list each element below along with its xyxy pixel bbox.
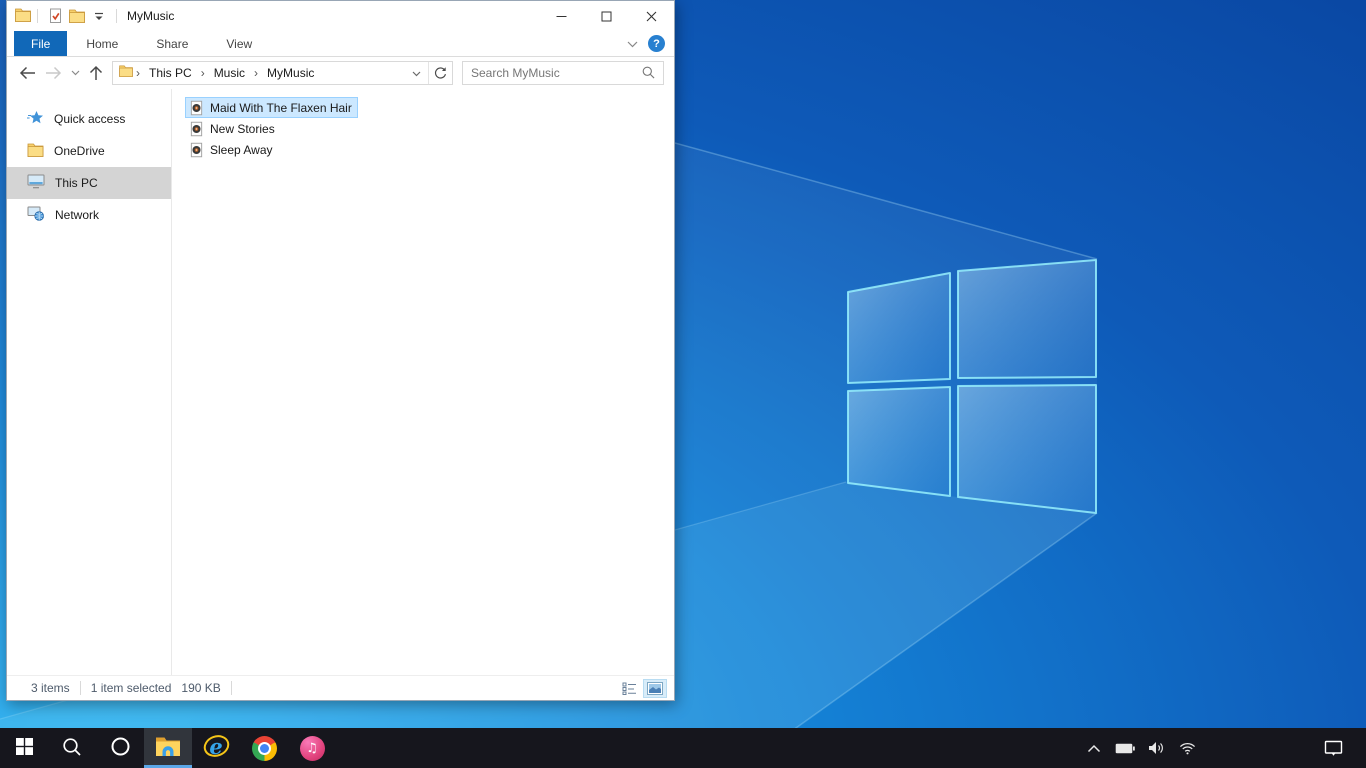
taskbar-itunes-button[interactable]: ♫ — [288, 728, 336, 768]
close-button[interactable] — [629, 1, 674, 31]
file-list: Maid With The Flaxen Hair New Stories Sl… — [172, 89, 674, 675]
chrome-icon — [251, 735, 277, 761]
sidebar-item-label: Network — [55, 208, 100, 222]
taskbar-internet-explorer-button[interactable]: e — [192, 728, 240, 768]
new-folder-button[interactable] — [66, 5, 88, 27]
tab-file[interactable]: File — [14, 31, 68, 56]
sidebar-item-onedrive[interactable]: OneDrive — [7, 135, 171, 167]
file-item[interactable]: Maid With The Flaxen Hair — [185, 97, 358, 118]
cortana-button[interactable] — [96, 728, 144, 768]
maximize-button[interactable] — [584, 1, 629, 31]
address-dropdown-chevron-icon[interactable] — [405, 66, 428, 80]
selection-size: 190 KB — [181, 681, 221, 695]
volume-icon[interactable] — [1144, 728, 1168, 768]
expand-ribbon-chevron-icon[interactable] — [627, 37, 638, 51]
taskbar: e ♫ — [0, 728, 1366, 768]
onedrive-folder-icon — [27, 143, 44, 160]
internet-explorer-icon: e — [203, 734, 230, 763]
sidebar-item-this-pc[interactable]: This PC — [7, 167, 171, 199]
recent-locations-chevron-icon[interactable] — [71, 70, 80, 76]
navigation-pane: Quick access OneDrive This PC Network — [7, 89, 172, 675]
minimize-button[interactable] — [539, 1, 584, 31]
file-item[interactable]: New Stories — [185, 118, 281, 139]
audio-file-icon — [189, 142, 204, 158]
forward-button[interactable] — [45, 66, 62, 80]
system-tray — [1082, 728, 1366, 768]
this-pc-monitor-icon — [27, 174, 45, 192]
taskbar-search-button[interactable] — [48, 728, 96, 768]
tab-share[interactable]: Share — [137, 31, 207, 56]
breadcrumb-separator: › — [254, 65, 259, 80]
breadcrumb-separator: › — [200, 65, 205, 80]
wifi-icon[interactable] — [1175, 728, 1199, 768]
hidden-icons-chevron-icon[interactable] — [1082, 728, 1106, 768]
search-icon[interactable] — [642, 66, 663, 79]
start-button[interactable] — [0, 728, 48, 768]
address-folder-icon — [119, 65, 133, 80]
sidebar-item-quick-access[interactable]: Quick access — [7, 103, 171, 135]
itunes-icon: ♫ — [299, 735, 325, 761]
ribbon-tab-bar: File Home Share View ? — [7, 31, 674, 57]
sidebar-item-label: Quick access — [54, 112, 126, 126]
address-bar[interactable]: › This PC › Music › MyMusic — [112, 60, 453, 85]
view-toggles — [617, 678, 674, 698]
details-view-button[interactable] — [617, 679, 641, 698]
breadcrumb-music[interactable]: Music — [208, 66, 251, 80]
sidebar-item-label: This PC — [55, 176, 98, 190]
file-item[interactable]: Sleep Away — [185, 139, 279, 160]
window-content: Quick access OneDrive This PC Network Ma… — [7, 89, 674, 675]
search-input[interactable] — [463, 65, 642, 80]
search-box — [462, 60, 664, 85]
audio-file-icon — [189, 100, 204, 116]
status-bar: 3 items 1 item selected 190 KB — [7, 675, 674, 700]
title-bar: MyMusic — [7, 1, 674, 31]
back-button[interactable] — [19, 66, 36, 80]
battery-icon[interactable] — [1113, 728, 1137, 768]
taskbar-file-explorer-button[interactable] — [144, 728, 192, 768]
sidebar-item-label: OneDrive — [54, 144, 105, 158]
taskbar-chrome-button[interactable] — [240, 728, 288, 768]
properties-button[interactable] — [44, 5, 66, 27]
breadcrumb-separator: › — [136, 65, 140, 80]
window-controls — [539, 1, 674, 31]
file-explorer-window: MyMusic File Home Share View ? › This PC… — [6, 0, 675, 701]
refresh-button[interactable] — [428, 61, 452, 84]
selection-count: 1 item selected — [90, 681, 172, 695]
window-folder-icon — [15, 8, 31, 25]
cortana-circle-icon — [111, 737, 130, 759]
breadcrumb: › This PC › Music › MyMusic — [113, 65, 405, 80]
search-icon — [62, 737, 82, 760]
up-button[interactable] — [89, 65, 103, 81]
navigation-bar: › This PC › Music › MyMusic — [7, 57, 674, 88]
action-center-icon[interactable] — [1321, 728, 1345, 768]
large-thumbnails-view-button[interactable] — [643, 678, 667, 698]
tab-home[interactable]: Home — [67, 31, 137, 56]
toolbar-divider — [37, 9, 38, 23]
status-divider — [230, 681, 232, 695]
window-title: MyMusic — [127, 9, 175, 23]
windows-logo-icon — [15, 738, 33, 758]
items-count: 3 items — [31, 681, 70, 695]
sidebar-item-network[interactable]: Network — [7, 199, 171, 231]
tab-view[interactable]: View — [207, 31, 271, 56]
customize-quick-access-button[interactable] — [88, 5, 110, 27]
audio-file-icon — [189, 121, 204, 137]
help-button[interactable]: ? — [648, 35, 665, 52]
quick-access-star-icon — [27, 110, 44, 129]
network-icon — [27, 206, 45, 224]
breadcrumb-mymusic[interactable]: MyMusic — [261, 66, 320, 80]
file-explorer-icon — [155, 735, 181, 762]
toolbar-divider — [116, 9, 117, 23]
breadcrumb-this-pc[interactable]: This PC — [143, 66, 198, 80]
